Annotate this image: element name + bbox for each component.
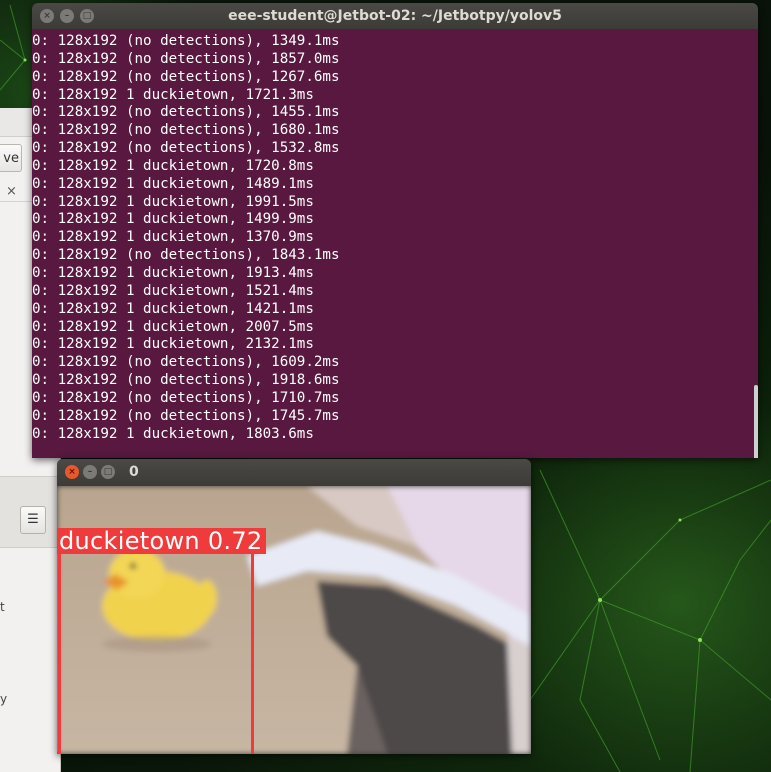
- terminal-line: 0: 128x192 (no detections), 1745.7ms: [32, 407, 340, 424]
- close-tab-icon[interactable]: ×: [6, 184, 17, 199]
- camera-frame: duckietown 0.72: [57, 486, 531, 754]
- terminal-line: 0: 128x192 1 duckietown, 1421.1ms: [32, 300, 314, 317]
- terminal-line: 0: 128x192 1 duckietown, 1803.6ms: [32, 425, 314, 442]
- terminal-line: 0: 128x192 1 duckietown, 2007.5ms: [32, 318, 314, 335]
- image-window-title: 0: [129, 464, 139, 480]
- terminal-output-area[interactable]: 0: 128x192 (no detections), 1349.1ms 0: …: [32, 29, 758, 458]
- save-button[interactable]: ve: [0, 144, 22, 172]
- terminal-line: 0: 128x192 (no detections), 1349.1ms: [32, 33, 340, 49]
- close-icon[interactable]: ×: [65, 465, 79, 479]
- terminal-scrollbar[interactable]: [754, 385, 758, 458]
- minimize-icon[interactable]: –: [83, 465, 97, 479]
- terminal-output: 0: 128x192 (no detections), 1349.1ms 0: …: [32, 33, 340, 443]
- terminal-line: 0: 128x192 1 duckietown, 1913.4ms: [32, 264, 314, 281]
- terminal-line: 0: 128x192 (no detections), 1455.1ms: [32, 104, 340, 121]
- terminal-title: eee-student@Jetbot-02: ~/Jetbotpy/yolov5: [228, 8, 562, 24]
- terminal-line: 0: 128x192 (no detections), 1680.1ms: [32, 122, 340, 139]
- terminal-line: 0: 128x192 (no detections), 1532.8ms: [32, 140, 340, 157]
- terminal-line: 0: 128x192 1 duckietown, 1720.8ms: [32, 157, 314, 174]
- terminal-window[interactable]: × – □ eee-student@Jetbot-02: ~/Jetbotpy/…: [32, 3, 758, 458]
- image-window-titlebar[interactable]: × – □ 0: [57, 459, 531, 486]
- background-text-fragment: y: [0, 692, 8, 706]
- terminal-line: 0: 128x192 1 duckietown, 1370.9ms: [32, 229, 314, 246]
- image-window[interactable]: × – □ 0 duckietown 0.72: [57, 459, 531, 754]
- detection-label: duckietown 0.72: [57, 528, 267, 554]
- detection-bounding-box: [58, 550, 254, 754]
- terminal-line: 0: 128x192 (no detections), 1843.1ms: [32, 247, 340, 264]
- terminal-line: 0: 128x192 (no detections), 1609.2ms: [32, 354, 340, 371]
- background-text-fragment: t: [0, 600, 5, 614]
- maximize-icon[interactable]: □: [101, 465, 115, 479]
- terminal-line: 0: 128x192 1 duckietown, 1721.3ms: [32, 86, 314, 103]
- terminal-line: 0: 128x192 1 duckietown, 2132.1ms: [32, 336, 314, 353]
- terminal-line: 0: 128x192 1 duckietown, 1489.1ms: [32, 175, 314, 192]
- terminal-line: 0: 128x192 (no detections), 1267.6ms: [32, 68, 340, 85]
- terminal-line: 0: 128x192 1 duckietown, 1991.5ms: [32, 193, 314, 210]
- terminal-line: 0: 128x192 (no detections), 1710.7ms: [32, 389, 340, 406]
- terminal-line: 0: 128x192 1 duckietown, 1499.9ms: [32, 211, 314, 228]
- terminal-line: 0: 128x192 (no detections), 1857.0ms: [32, 50, 340, 67]
- terminal-line: 0: 128x192 1 duckietown, 1521.4ms: [32, 282, 314, 299]
- terminal-line: 0: 128x192 (no detections), 1918.6ms: [32, 372, 340, 389]
- terminal-titlebar[interactable]: × – □ eee-student@Jetbot-02: ~/Jetbotpy/…: [32, 3, 758, 29]
- hamburger-menu-icon[interactable]: ☰: [20, 506, 46, 534]
